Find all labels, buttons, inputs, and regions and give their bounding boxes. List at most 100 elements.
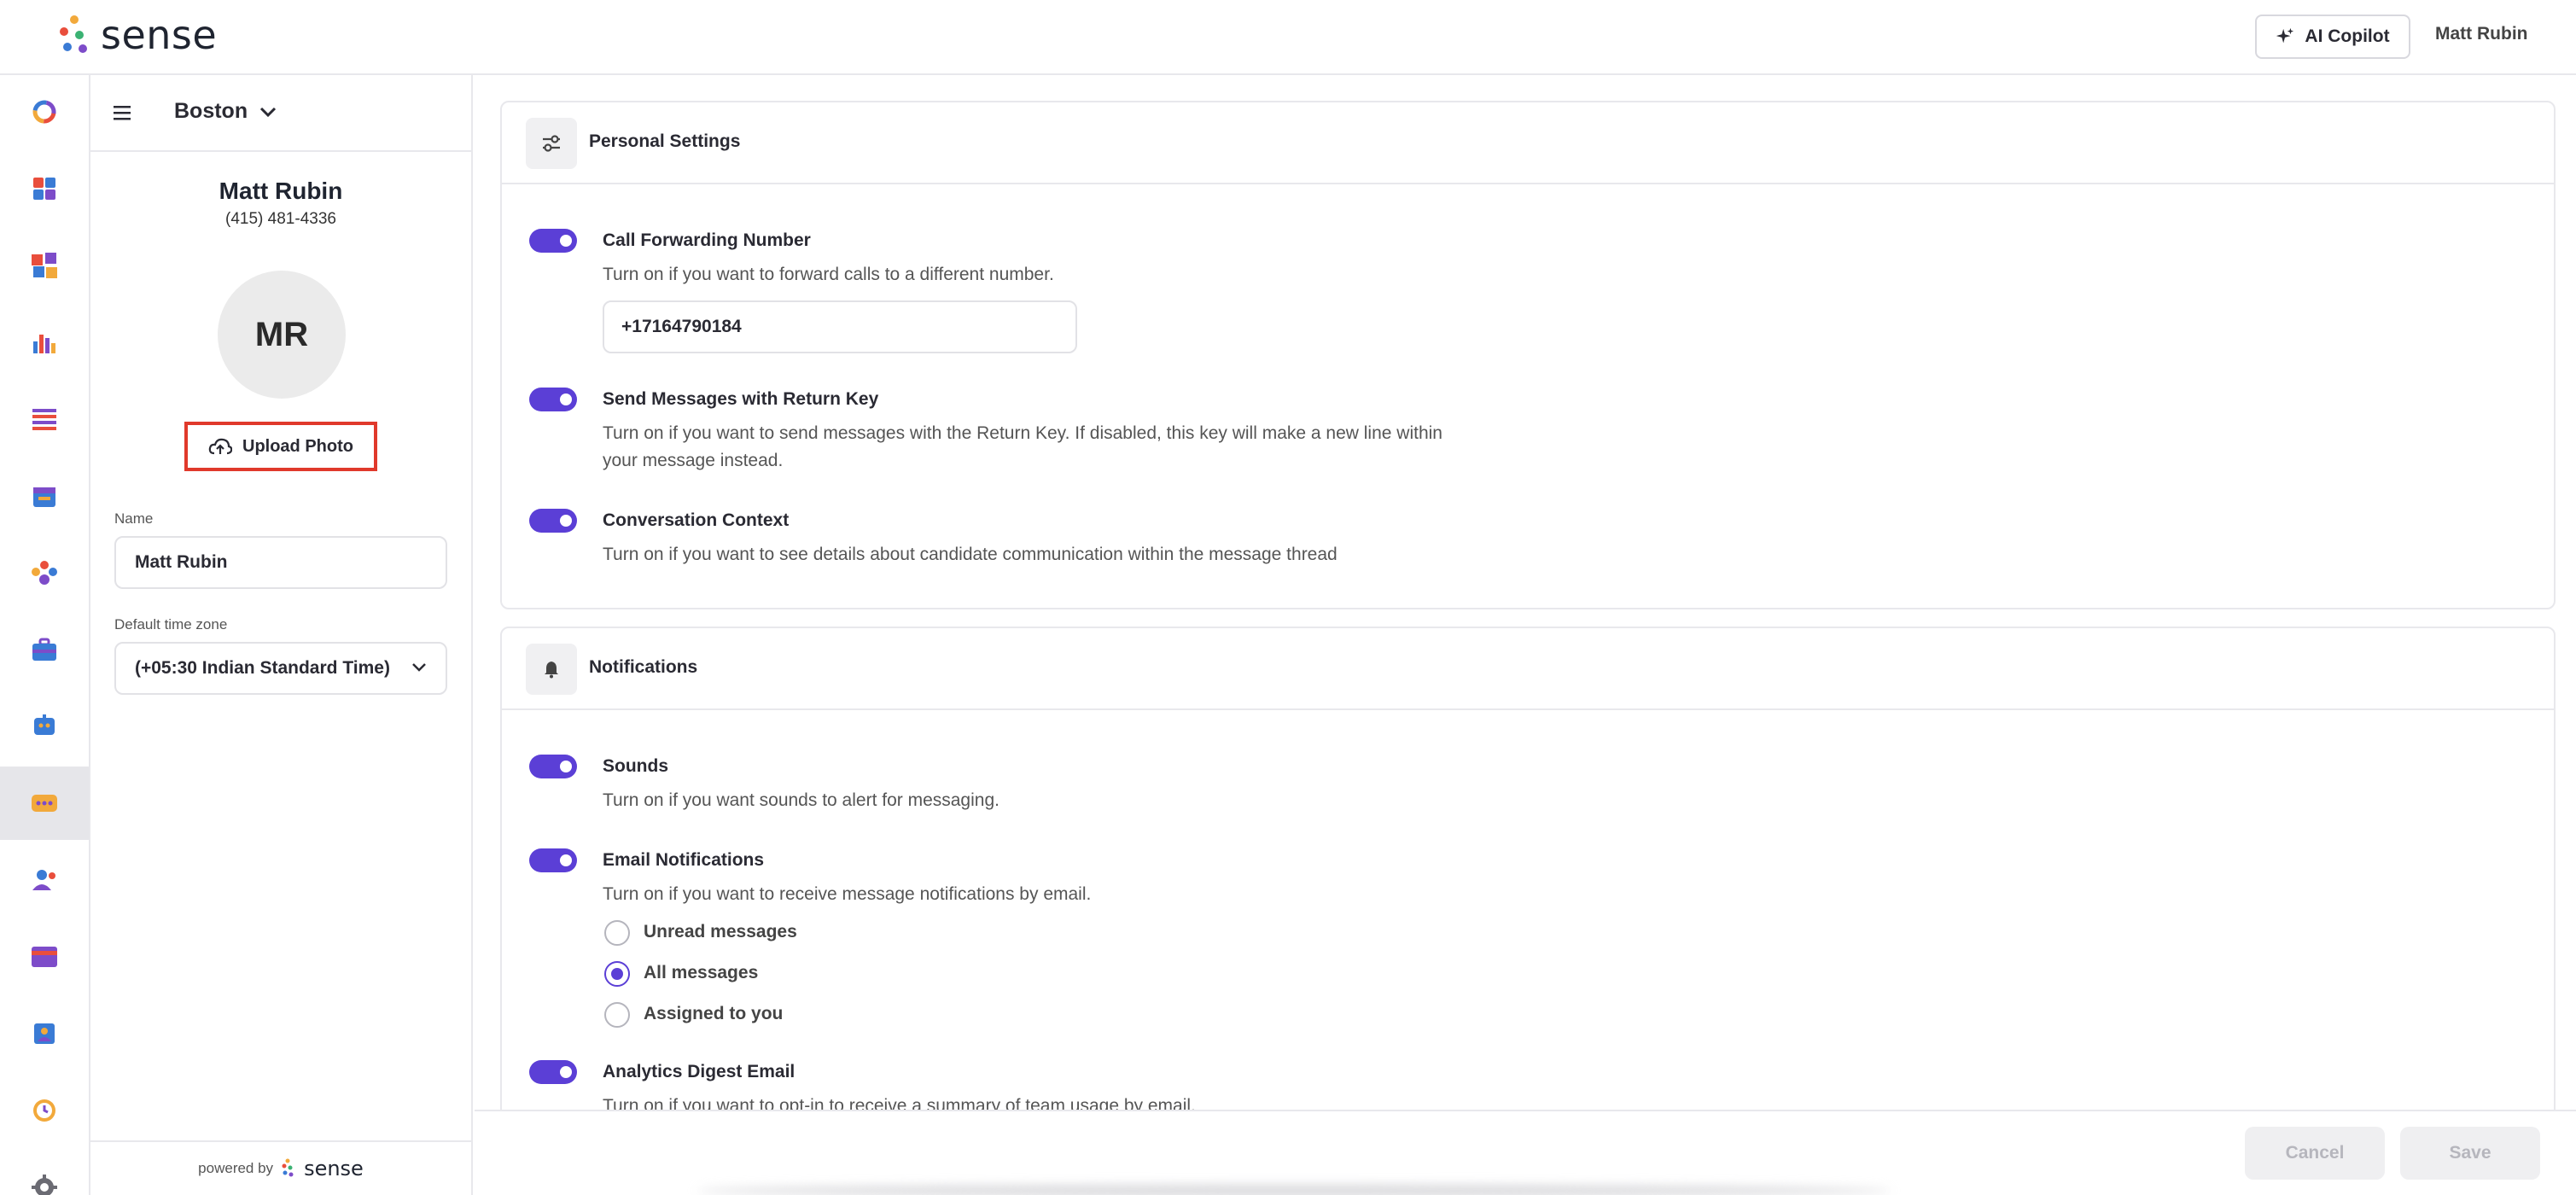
timezone-select[interactable]: (+05:30 Indian Standard Time): [114, 642, 447, 695]
panel-header: Boston: [90, 75, 471, 152]
name-field[interactable]: Matt Rubin: [114, 536, 447, 589]
ai-copilot-button[interactable]: AI Copilot: [2255, 15, 2410, 59]
nav-item-calendar[interactable]: [0, 459, 89, 533]
conversation-context-desc: Turn on if you want to see details about…: [603, 545, 1338, 564]
nav-item-jobs[interactable]: [0, 613, 89, 686]
profile-panel: Boston Matt Rubin (415) 481-4336 MR Uplo…: [90, 75, 473, 1195]
conversation-context-toggle[interactable]: [529, 509, 577, 533]
conversation-context-title: Conversation Context: [603, 510, 790, 530]
briefcase-icon: [32, 638, 56, 661]
nav-item-messages[interactable]: [0, 767, 89, 840]
contact-icon: [32, 870, 55, 890]
notifications-card: Notifications Sounds Turn on if you want…: [500, 627, 2556, 1110]
email-notifications-title: Email Notifications: [603, 850, 765, 870]
sparkle-icon: [2276, 27, 2294, 44]
card-icon: [32, 947, 57, 967]
footer-shadow: [696, 1185, 1891, 1195]
name-field-label: Name: [114, 510, 154, 527]
nav-item-lists[interactable]: [0, 382, 89, 456]
notifications-header: Notifications: [502, 628, 2554, 710]
avatar-initials: MR: [254, 315, 309, 353]
nav-item-chatbot[interactable]: [0, 690, 89, 763]
bell-icon: [526, 644, 577, 695]
radio-label-assigned: Assigned to you: [644, 1004, 784, 1023]
powered-by-label: powered by: [198, 1160, 274, 1176]
nav-item-integrations[interactable]: [0, 229, 89, 302]
nav-item-people[interactable]: [0, 536, 89, 609]
nav-item-home[interactable]: [0, 75, 89, 149]
return-key-toggle[interactable]: [529, 388, 577, 411]
settings-icon: [32, 1175, 57, 1195]
action-footer: Cancel Save: [475, 1110, 2576, 1195]
call-forwarding-number-input[interactable]: +17164790184: [603, 300, 1077, 353]
calendar-icon: [33, 487, 55, 507]
sliders-icon: [526, 118, 577, 169]
radio-unread-messages[interactable]: [604, 920, 630, 946]
nav-item-cards[interactable]: [0, 920, 89, 994]
personal-settings-card: Personal Settings Call Forwarding Number…: [500, 101, 2556, 609]
personal-settings-header: Personal Settings: [502, 102, 2554, 184]
name-field-value: Matt Rubin: [135, 552, 228, 572]
sounds-title: Sounds: [603, 756, 668, 776]
chevron-down-icon: [412, 663, 426, 672]
radio-all-messages[interactable]: [604, 961, 630, 987]
call-forwarding-title: Call Forwarding Number: [603, 230, 811, 250]
email-notifications-toggle[interactable]: [529, 848, 577, 872]
top-bar: sense AI Copilot Matt Rubin: [0, 0, 2576, 75]
sense-logo[interactable]: sense: [60, 12, 217, 58]
powered-by-footer: powered by sense: [90, 1140, 471, 1195]
nav-item-schedule[interactable]: [0, 1074, 89, 1147]
timezone-field-label: Default time zone: [114, 616, 228, 632]
analytics-digest-toggle[interactable]: [529, 1060, 577, 1084]
return-key-title: Send Messages with Return Key: [603, 389, 879, 409]
radio-assigned-to-you[interactable]: [604, 1002, 630, 1028]
nav-item-dashboard[interactable]: [0, 152, 89, 225]
cancel-button[interactable]: Cancel: [2245, 1127, 2385, 1180]
messages-icon: [32, 795, 57, 812]
personal-settings-title: Personal Settings: [589, 131, 741, 151]
dashboard-icon: [33, 178, 55, 200]
nav-item-analytics[interactable]: [0, 306, 89, 379]
people-icon: [32, 561, 57, 585]
nav-item-profiles[interactable]: [0, 997, 89, 1070]
analytics-digest-title: Analytics Digest Email: [603, 1062, 796, 1081]
powered-by-brand: sense: [304, 1157, 364, 1180]
settings-content: Personal Settings Call Forwarding Number…: [475, 75, 2576, 1110]
save-button[interactable]: Save: [2400, 1127, 2540, 1180]
call-forwarding-desc: Turn on if you want to forward calls to …: [603, 265, 1054, 284]
call-forwarding-number-value: +17164790184: [621, 317, 742, 336]
user-menu[interactable]: Matt Rubin: [2435, 24, 2527, 44]
profile-name: Matt Rubin: [219, 178, 343, 204]
analytics-icon: [33, 335, 55, 353]
loading-ring-icon: [32, 100, 56, 124]
upload-photo-label: Upload Photo: [242, 436, 353, 456]
radio-label-all: All messages: [644, 963, 759, 982]
chatbot-icon: [34, 714, 55, 735]
nav-rail: [0, 75, 90, 1195]
cloud-upload-icon: [208, 438, 232, 455]
hamburger-menu-icon[interactable]: [113, 104, 131, 121]
sounds-desc: Turn on if you want sounds to alert for …: [603, 790, 1000, 810]
call-forwarding-toggle[interactable]: [529, 229, 577, 253]
return-key-desc: Turn on if you want to send messages wit…: [603, 423, 1442, 470]
profile-phone: (415) 481-4336: [225, 210, 336, 228]
radio-label-unread: Unread messages: [644, 922, 797, 941]
nav-item-contacts[interactable]: [0, 843, 89, 917]
list-icon: [32, 409, 56, 430]
profile-card-icon: [34, 1023, 55, 1044]
upload-photo-button[interactable]: Upload Photo: [184, 422, 377, 471]
timezone-value: (+05:30 Indian Standard Time): [135, 658, 390, 678]
logo-dots-icon: [60, 14, 90, 56]
notifications-title: Notifications: [589, 657, 698, 677]
chevron-down-icon: [260, 107, 277, 117]
email-notifications-desc: Turn on if you want to receive message n…: [603, 884, 1092, 904]
clock-icon: [33, 1099, 55, 1122]
location-selector[interactable]: Boston: [174, 99, 277, 124]
ai-copilot-label: AI Copilot: [2305, 26, 2390, 46]
nav-item-settings[interactable]: [0, 1151, 89, 1195]
sounds-toggle[interactable]: [529, 755, 577, 778]
brand-name: sense: [101, 12, 218, 58]
logo-dots-icon: [282, 1158, 294, 1177]
analytics-digest-desc: Turn on if you want to opt-in to receive…: [603, 1096, 1196, 1110]
location-label: Boston: [174, 99, 248, 123]
